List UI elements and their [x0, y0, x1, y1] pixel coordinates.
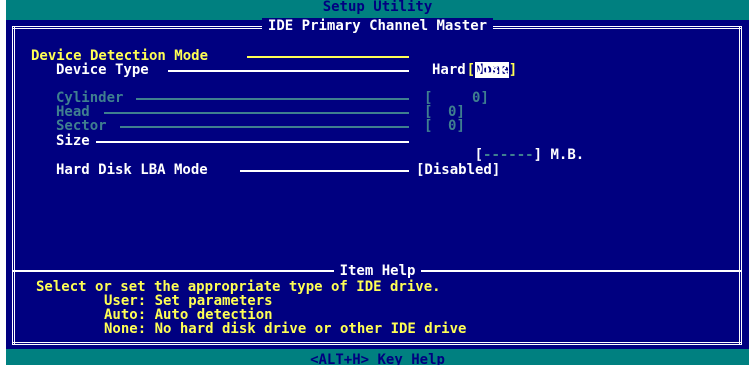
leader-line	[136, 98, 409, 100]
bracket-open: [	[424, 90, 433, 106]
size-value: ------	[483, 147, 534, 163]
frame-border-left	[12, 26, 15, 345]
help-line: User: Set parameters	[104, 293, 273, 309]
app-title: Setup Utility	[322, 0, 433, 15]
setting-label: Sector	[56, 118, 107, 134]
leader-line	[120, 126, 409, 128]
leader-line	[96, 141, 409, 143]
help-title-wrap: Item Help	[6, 263, 749, 279]
bracket-open: [	[424, 104, 433, 120]
lba-mode-value[interactable]: [Disabled]	[416, 163, 500, 177]
frame-border-bottom	[12, 342, 742, 345]
help-line: None: No hard disk drive or other IDE dr…	[104, 321, 467, 337]
leader-line	[168, 70, 409, 72]
panel-title-wrap: IDE Primary Channel Master	[6, 18, 749, 34]
setting-label: Device Type	[56, 62, 149, 78]
bracket-close: ]	[533, 147, 543, 163]
panel-title: IDE Primary Channel Master	[261, 18, 494, 34]
size-unit: M.B.	[550, 147, 585, 163]
leader-line	[247, 56, 409, 58]
help-line: Select or set the appropriate type of ID…	[36, 279, 441, 295]
help-line: Auto: Auto detection	[104, 307, 273, 323]
bracket-close: ]	[480, 90, 489, 106]
setting-label: Size	[56, 133, 90, 149]
leader-line	[104, 112, 409, 114]
setting-label: Hard Disk LBA Mode	[56, 162, 208, 178]
bracket-close: ]	[456, 118, 465, 134]
bios-screen: Setup Utility IDE Primary Channel Master…	[6, 0, 749, 365]
bracket-open: [	[424, 118, 433, 134]
bracket-close: ]	[508, 62, 518, 78]
title-bar: Setup Utility	[6, 0, 749, 20]
frame-border-right	[739, 26, 742, 345]
help-title: Item Help	[333, 263, 422, 279]
setting-label: Head	[56, 104, 90, 120]
bracket-open: [	[474, 147, 484, 163]
setting-label: Device Detection Mode	[31, 48, 209, 64]
setting-label: Cylinder	[56, 90, 124, 106]
status-bar: <ALT+H> Key Help	[6, 349, 749, 365]
key-help-hint[interactable]: <ALT+H> Key Help	[6, 353, 749, 365]
leader-line	[240, 170, 409, 172]
device-type-value: Hard Disk	[432, 62, 508, 78]
